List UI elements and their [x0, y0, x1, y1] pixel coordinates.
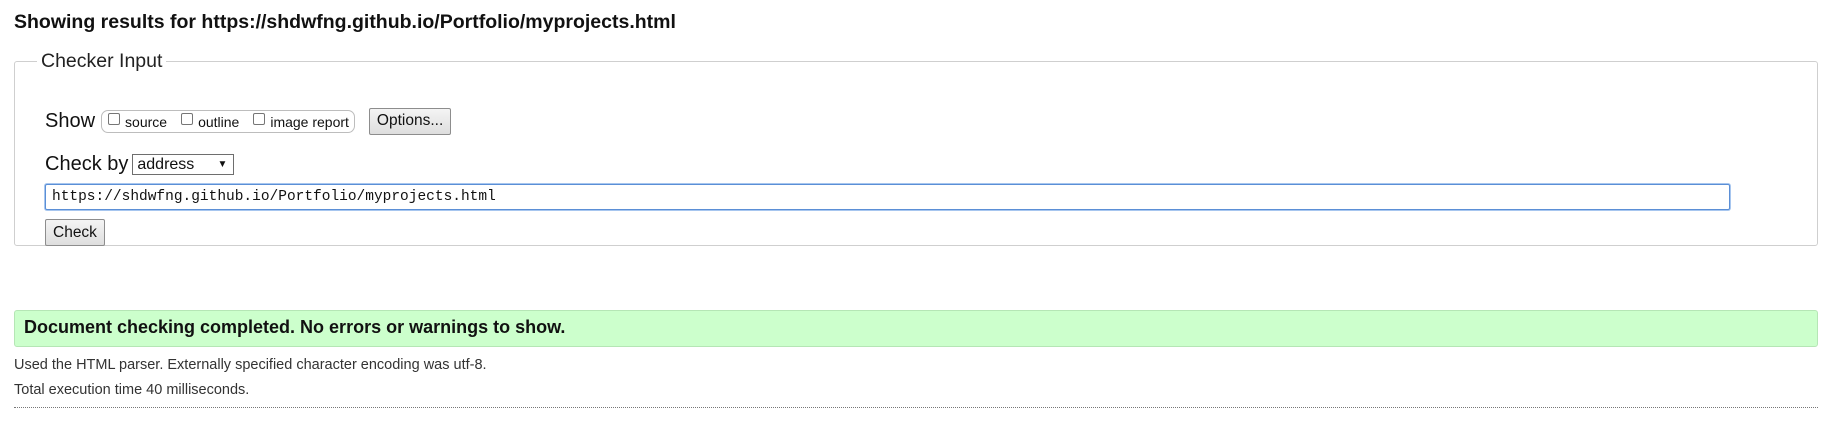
check-by-label: Check by: [45, 153, 129, 175]
image-report-checkbox[interactable]: [253, 113, 266, 125]
success-message: Document checking completed. No errors o…: [14, 310, 1818, 347]
checker-input-legend: Checker Input: [41, 50, 163, 72]
parser-info: Used the HTML parser. Externally specifi…: [14, 357, 487, 373]
check-by-row: Check by address ▼: [45, 153, 235, 176]
show-option-image-report[interactable]: image report: [249, 113, 349, 131]
divider: [14, 407, 1818, 408]
outline-checkbox[interactable]: [181, 113, 194, 125]
execution-time: Total execution time 40 milliseconds.: [14, 382, 250, 398]
show-option-source[interactable]: source: [104, 113, 167, 131]
show-label: Show: [45, 109, 96, 132]
show-row: Show source outline image report Options…: [45, 105, 452, 137]
show-options-group: source outline image report: [101, 109, 355, 133]
image-report-checkbox-label: image report: [270, 114, 349, 130]
check-button[interactable]: Check: [45, 219, 105, 246]
page-title: Showing results for https://shdwfng.gith…: [14, 11, 676, 33]
show-option-outline[interactable]: outline: [177, 113, 239, 131]
check-by-select[interactable]: address ▼: [132, 154, 235, 175]
validator-page: Showing results for https://shdwfng.gith…: [0, 0, 1824, 428]
checker-input-panel: Checker Input Show source outline image …: [14, 50, 1818, 246]
source-checkbox[interactable]: [108, 113, 121, 125]
options-button[interactable]: Options...: [368, 107, 452, 135]
source-checkbox-label: source: [125, 114, 168, 130]
url-input[interactable]: [45, 184, 1730, 210]
outline-checkbox-label: outline: [198, 114, 240, 130]
dropdown-arrow-icon: ▼: [217, 159, 228, 170]
check-by-selected-value: address: [137, 155, 195, 173]
